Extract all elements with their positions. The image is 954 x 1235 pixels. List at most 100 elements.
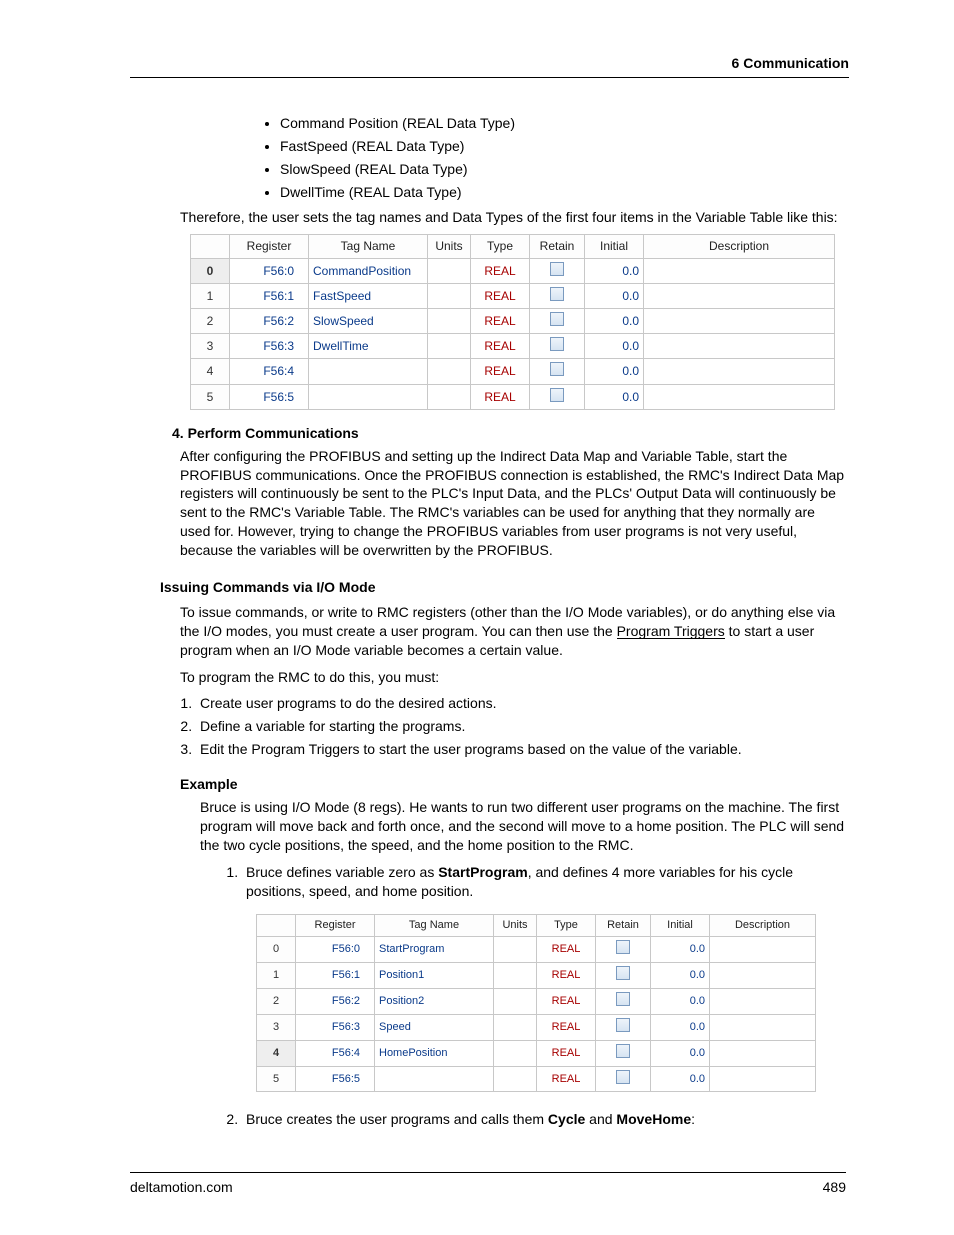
col-header: Description bbox=[710, 915, 816, 937]
table-row: 4F56:4 REAL 0.0 bbox=[191, 359, 835, 384]
cell-units bbox=[428, 359, 471, 384]
cell-units bbox=[428, 384, 471, 409]
col-header: Type bbox=[471, 235, 530, 258]
row-index: 5 bbox=[191, 384, 230, 409]
col-header: Register bbox=[296, 915, 375, 937]
cell-description bbox=[710, 989, 816, 1015]
bold-text: Cycle bbox=[548, 1111, 585, 1127]
text: : bbox=[691, 1111, 695, 1127]
cell-units bbox=[428, 258, 471, 283]
footer-site: deltamotion.com bbox=[130, 1179, 233, 1195]
cell-register: F56:5 bbox=[230, 384, 309, 409]
cell-type: REAL bbox=[471, 359, 530, 384]
cell-tagname: CommandPosition bbox=[309, 258, 428, 283]
cell-tagname: Position1 bbox=[375, 963, 494, 989]
cell-type: REAL bbox=[537, 1040, 596, 1066]
bullet-list: Command Position (REAL Data Type) FastSp… bbox=[130, 114, 849, 202]
table-row: 5F56:5REAL0.0 bbox=[257, 1066, 816, 1092]
col-header: Initial bbox=[651, 915, 710, 937]
cell-register: F56:0 bbox=[230, 258, 309, 283]
row-index: 1 bbox=[257, 963, 296, 989]
cell-register: F56:3 bbox=[296, 1014, 375, 1040]
cell-retain bbox=[530, 309, 585, 334]
section-4-title: 4. Perform Communications bbox=[172, 424, 849, 443]
cell-type: REAL bbox=[471, 309, 530, 334]
list-item: Bruce defines variable zero as StartProg… bbox=[242, 863, 849, 1093]
paragraph: Therefore, the user sets the tag names a… bbox=[180, 208, 849, 227]
variable-table-1: Register Tag Name Units Type Retain Init… bbox=[190, 234, 849, 409]
table-row: 0F56:0StartProgramREAL0.0 bbox=[257, 937, 816, 963]
row-index: 3 bbox=[191, 334, 230, 359]
cell-initial: 0.0 bbox=[651, 963, 710, 989]
col-header: Retain bbox=[596, 915, 651, 937]
checkbox-icon[interactable] bbox=[550, 337, 564, 351]
link-program-triggers[interactable]: Program Triggers bbox=[617, 624, 725, 639]
checkbox-icon[interactable] bbox=[550, 312, 564, 326]
list-item: FastSpeed (REAL Data Type) bbox=[280, 137, 849, 156]
cell-units bbox=[428, 334, 471, 359]
col-header: Register bbox=[230, 235, 309, 258]
paragraph: To program the RMC to do this, you must: bbox=[180, 668, 849, 687]
variable-table-2: Register Tag Name Units Type Retain Init… bbox=[256, 914, 849, 1092]
checkbox-icon[interactable] bbox=[616, 940, 630, 954]
cell-initial: 0.0 bbox=[585, 359, 644, 384]
cell-units bbox=[428, 309, 471, 334]
cell-description bbox=[644, 384, 835, 409]
text: Bruce creates the user programs and call… bbox=[246, 1111, 548, 1127]
checkbox-icon[interactable] bbox=[616, 992, 630, 1006]
list-item: SlowSpeed (REAL Data Type) bbox=[280, 160, 849, 179]
cell-description bbox=[710, 1066, 816, 1092]
cell-retain bbox=[530, 258, 585, 283]
row-index: 4 bbox=[191, 359, 230, 384]
checkbox-icon[interactable] bbox=[550, 287, 564, 301]
cell-type: REAL bbox=[537, 937, 596, 963]
example-title: Example bbox=[180, 775, 849, 794]
ordered-list: Create user programs to do the desired a… bbox=[196, 694, 849, 759]
cell-tagname: DwellTime bbox=[309, 334, 428, 359]
cell-initial: 0.0 bbox=[651, 1014, 710, 1040]
cell-description bbox=[644, 283, 835, 308]
list-item: Edit the Program Triggers to start the u… bbox=[196, 740, 849, 759]
cell-tagname: Speed bbox=[375, 1014, 494, 1040]
checkbox-icon[interactable] bbox=[616, 966, 630, 980]
cell-type: REAL bbox=[471, 258, 530, 283]
table-row: 5F56:5 REAL 0.0 bbox=[191, 384, 835, 409]
paragraph: To issue commands, or write to RMC regis… bbox=[180, 603, 849, 660]
cell-tagname bbox=[309, 359, 428, 384]
cell-type: REAL bbox=[471, 384, 530, 409]
checkbox-icon[interactable] bbox=[616, 1070, 630, 1084]
cell-description bbox=[710, 937, 816, 963]
cell-units bbox=[494, 1040, 537, 1066]
col-header: Type bbox=[537, 915, 596, 937]
cell-retain bbox=[596, 1014, 651, 1040]
checkbox-icon[interactable] bbox=[616, 1044, 630, 1058]
cell-retain bbox=[596, 937, 651, 963]
paragraph: After configuring the PROFIBUS and setti… bbox=[180, 447, 849, 560]
running-header: 6 Communication bbox=[130, 55, 849, 78]
cell-description bbox=[644, 359, 835, 384]
list-item: Create user programs to do the desired a… bbox=[196, 694, 849, 713]
table-row: 2F56:2Position2REAL0.0 bbox=[257, 989, 816, 1015]
cell-type: REAL bbox=[537, 963, 596, 989]
checkbox-icon[interactable] bbox=[616, 1018, 630, 1032]
cell-tagname bbox=[309, 384, 428, 409]
example-ordered-list: Bruce defines variable zero as StartProg… bbox=[242, 863, 849, 1130]
cell-type: REAL bbox=[471, 334, 530, 359]
col-header bbox=[191, 235, 230, 258]
checkbox-icon[interactable] bbox=[550, 362, 564, 376]
cell-tagname: Position2 bbox=[375, 989, 494, 1015]
cell-initial: 0.0 bbox=[651, 937, 710, 963]
row-index: 5 bbox=[257, 1066, 296, 1092]
checkbox-icon[interactable] bbox=[550, 262, 564, 276]
cell-register: F56:4 bbox=[230, 359, 309, 384]
cell-type: REAL bbox=[537, 989, 596, 1015]
cell-tagname: FastSpeed bbox=[309, 283, 428, 308]
table-row: 4F56:4HomePositionREAL0.0 bbox=[257, 1040, 816, 1066]
checkbox-icon[interactable] bbox=[550, 388, 564, 402]
table-row: 0F56:0CommandPositionREAL0.0 bbox=[191, 258, 835, 283]
cell-retain bbox=[530, 334, 585, 359]
cell-units bbox=[428, 283, 471, 308]
cell-initial: 0.0 bbox=[585, 384, 644, 409]
cell-retain bbox=[596, 989, 651, 1015]
cell-initial: 0.0 bbox=[585, 309, 644, 334]
